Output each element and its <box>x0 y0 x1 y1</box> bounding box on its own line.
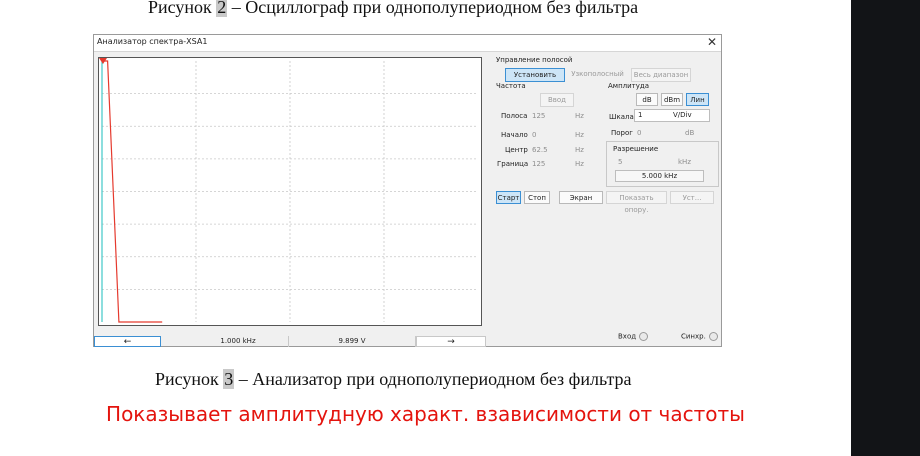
resolution-unit: kHz <box>678 158 691 166</box>
resolution-value[interactable]: 5 <box>618 158 622 166</box>
input-label: Вход <box>618 332 637 341</box>
sync-terminal[interactable]: Синхр. <box>681 332 718 341</box>
enter-button[interactable]: Ввод <box>540 93 574 107</box>
title-bar: Анализатор спектра-XSA1 ✕ <box>94 35 721 52</box>
stop-button[interactable]: Стоп <box>524 191 550 204</box>
right-arrow-button[interactable]: → <box>416 336 486 347</box>
close-icon[interactable]: ✕ <box>707 35 717 49</box>
full-range-button[interactable]: Весь диапазон <box>631 68 691 82</box>
end-freq-unit: Hz <box>575 160 584 168</box>
scale-label: Шкала <box>609 113 634 121</box>
start-freq-label: Начало <box>501 131 528 139</box>
center-freq-unit: Hz <box>575 146 584 154</box>
center-freq-value[interactable]: 62.5 <box>532 146 548 154</box>
caption-figure-2: Рисунок 2 – Осциллограф при однополупери… <box>148 0 638 18</box>
set-button[interactable]: Установить <box>505 68 565 82</box>
amplitude-heading: Амплитуда <box>608 82 650 90</box>
threshold-unit: dB <box>685 129 695 137</box>
resolution-display: 5.000 kHz <box>615 170 704 182</box>
sync-label: Синхр. <box>681 332 706 341</box>
caption-figure-3: Рисунок 3 – Анализатор при однополуперио… <box>155 369 632 389</box>
narrowband-button[interactable]: Узкополосный <box>569 68 626 82</box>
end-freq-label: Граница <box>497 160 529 168</box>
left-arrow-button[interactable]: ← <box>94 336 161 347</box>
threshold-label: Порог <box>611 129 633 137</box>
start-button[interactable]: Старт <box>496 191 521 204</box>
spectrum-analyzer-window: Анализатор спектра-XSA1 ✕ Управление пол… <box>93 34 722 347</box>
bandwidth-label: Полоса <box>501 112 528 120</box>
settings-button[interactable]: Уст... <box>670 191 714 204</box>
resolution-heading: Разрешение <box>613 145 659 153</box>
end-freq-value[interactable]: 125 <box>532 160 545 168</box>
scale-unit: V/Div <box>673 111 692 119</box>
start-freq-value[interactable]: 0 <box>532 131 536 139</box>
bandwidth-unit: Hz <box>575 112 584 120</box>
spectrum-plot <box>98 57 482 326</box>
bandwidth-value[interactable]: 125 <box>532 112 545 120</box>
db-button[interactable]: dB <box>636 93 658 106</box>
window-title: Анализатор спектра-XSA1 <box>97 37 208 46</box>
screen-button[interactable]: Экран <box>559 191 603 204</box>
input-terminal[interactable]: Вход <box>618 332 649 341</box>
scale-input[interactable]: 1 V/Div <box>634 109 710 122</box>
side-panel-dark <box>851 0 920 456</box>
frequency-readout: 1.000 kHz <box>220 337 256 345</box>
threshold-value[interactable]: 0 <box>637 129 641 137</box>
linear-button[interactable]: Лин <box>686 93 709 106</box>
frequency-heading: Частота <box>496 82 526 90</box>
start-freq-unit: Hz <box>575 131 584 139</box>
scale-value: 1 <box>638 111 643 119</box>
band-control-heading: Управление полосой <box>496 56 573 64</box>
resolution-group: Разрешение 5 kHz 5.000 kHz <box>606 141 719 187</box>
center-freq-label: Центр <box>505 146 528 154</box>
sync-terminal-icon <box>708 332 718 341</box>
input-terminal-icon <box>639 332 649 341</box>
show-reference-button[interactable]: Показать опору. <box>606 191 667 214</box>
voltage-readout: 9.899 V <box>288 336 416 347</box>
annotation-note: Показывает амплитудную характ. взависимо… <box>106 402 745 426</box>
dbm-button[interactable]: dBm <box>661 93 683 106</box>
spectrum-plot-svg <box>99 58 481 325</box>
